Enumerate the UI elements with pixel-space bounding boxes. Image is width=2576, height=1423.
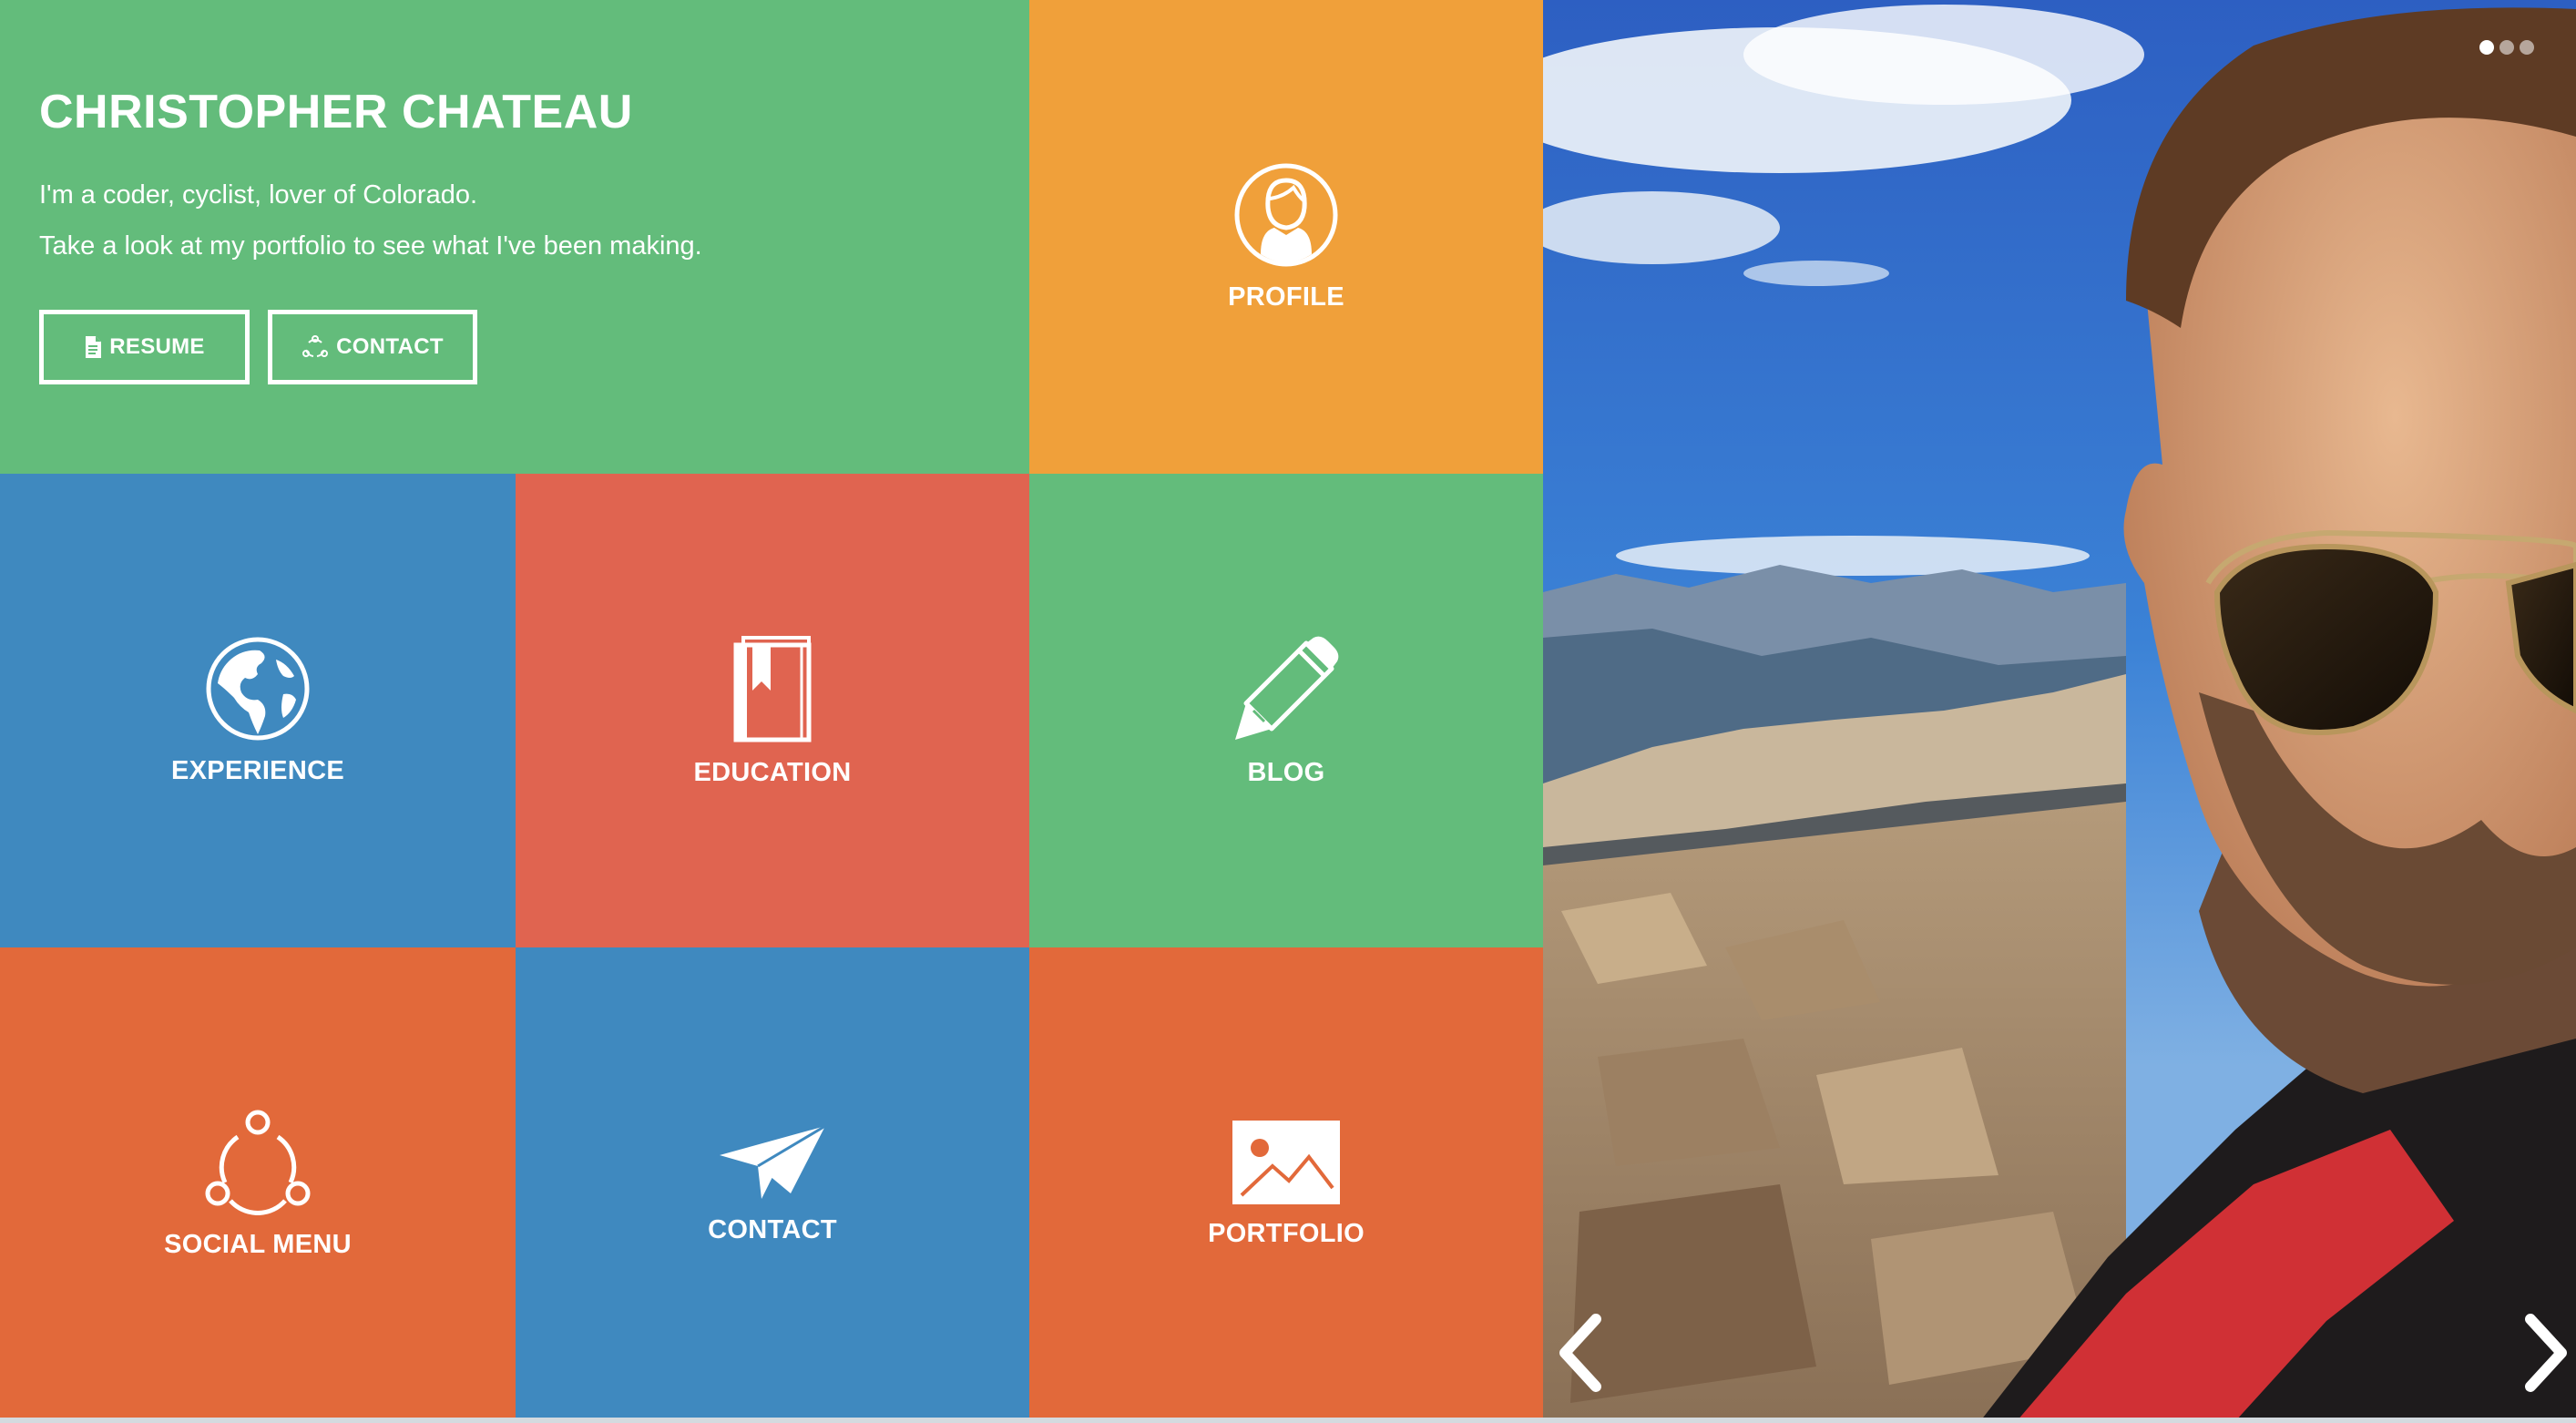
tagline-line-1: I'm a coder, cyclist, lover of Colorado. (39, 180, 478, 210)
contact-button-label: CONTACT (336, 334, 444, 359)
slider-dot-1[interactable] (2479, 40, 2494, 55)
slider-pagination (2479, 40, 2534, 55)
slider-next-button[interactable] (2520, 1312, 2571, 1394)
slider-dot-3[interactable] (2520, 40, 2534, 55)
profile-photo (1543, 0, 2576, 1421)
photo-slider (1543, 0, 2576, 1421)
slider-dot-2[interactable] (2499, 40, 2514, 55)
share-network-icon (205, 1110, 311, 1215)
tile-profile-label: PROFILE (1228, 282, 1344, 312)
tile-portfolio-label: PORTFOLIO (1208, 1218, 1365, 1248)
page-title: CHRISTOPHER CHATEAU (39, 86, 633, 138)
user-icon (1234, 163, 1338, 266)
book-icon (733, 635, 812, 742)
tile-social-menu-label: SOCIAL MENU (164, 1229, 352, 1259)
tile-experience-label: EXPERIENCE (171, 755, 344, 785)
bottom-edge (0, 1418, 2576, 1423)
pencil-icon (1235, 636, 1339, 740)
chevron-left-icon (1559, 1314, 1601, 1392)
image-icon (1232, 1120, 1340, 1204)
tile-blog[interactable]: BLOG (1029, 474, 1543, 947)
tile-portfolio[interactable]: PORTFOLIO (1029, 947, 1543, 1421)
tile-education[interactable]: EDUCATION (516, 474, 1029, 947)
tile-experience[interactable]: EXPERIENCE (0, 474, 516, 947)
resume-button-label: RESUME (109, 334, 205, 359)
resume-button[interactable]: RESUME (39, 310, 250, 384)
tile-profile[interactable]: PROFILE (1029, 0, 1543, 474)
tile-blog-label: BLOG (1247, 757, 1325, 787)
tagline-line-2: Take a look at my portfolio to see what … (39, 231, 702, 261)
tile-education-label: EDUCATION (693, 757, 852, 787)
slider-prev-button[interactable] (1556, 1312, 1607, 1394)
hero-panel: CHRISTOPHER CHATEAU I'm a coder, cyclist… (0, 0, 1029, 474)
tile-contact[interactable]: CONTACT (516, 947, 1029, 1421)
globe-icon (206, 637, 310, 740)
share-icon (302, 335, 329, 357)
chevron-right-icon (2525, 1314, 2567, 1392)
contact-button[interactable]: CONTACT (268, 310, 477, 384)
tile-contact-label: CONTACT (708, 1214, 837, 1244)
paper-plane-icon (720, 1124, 826, 1199)
tile-social-menu[interactable]: SOCIAL MENU (0, 947, 516, 1421)
document-icon (86, 336, 102, 358)
